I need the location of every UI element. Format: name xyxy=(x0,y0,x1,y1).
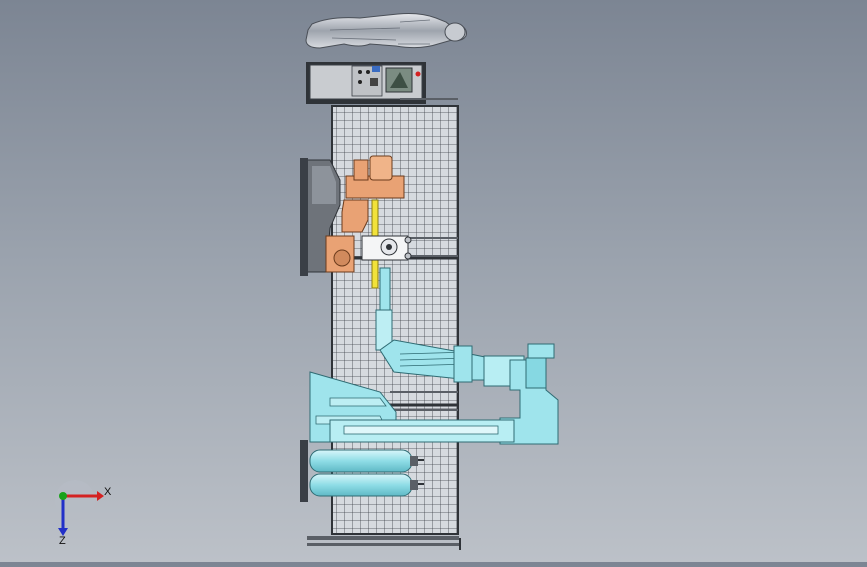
cad-viewport[interactable]: X Z xyxy=(0,0,867,562)
turntable-plate xyxy=(361,235,412,261)
z-axis-label: Z xyxy=(59,535,66,547)
x-axis-label: X xyxy=(104,486,112,498)
orientation-triad: X Z xyxy=(55,480,112,547)
human-figure xyxy=(305,13,467,49)
control-cabinet xyxy=(306,62,426,104)
